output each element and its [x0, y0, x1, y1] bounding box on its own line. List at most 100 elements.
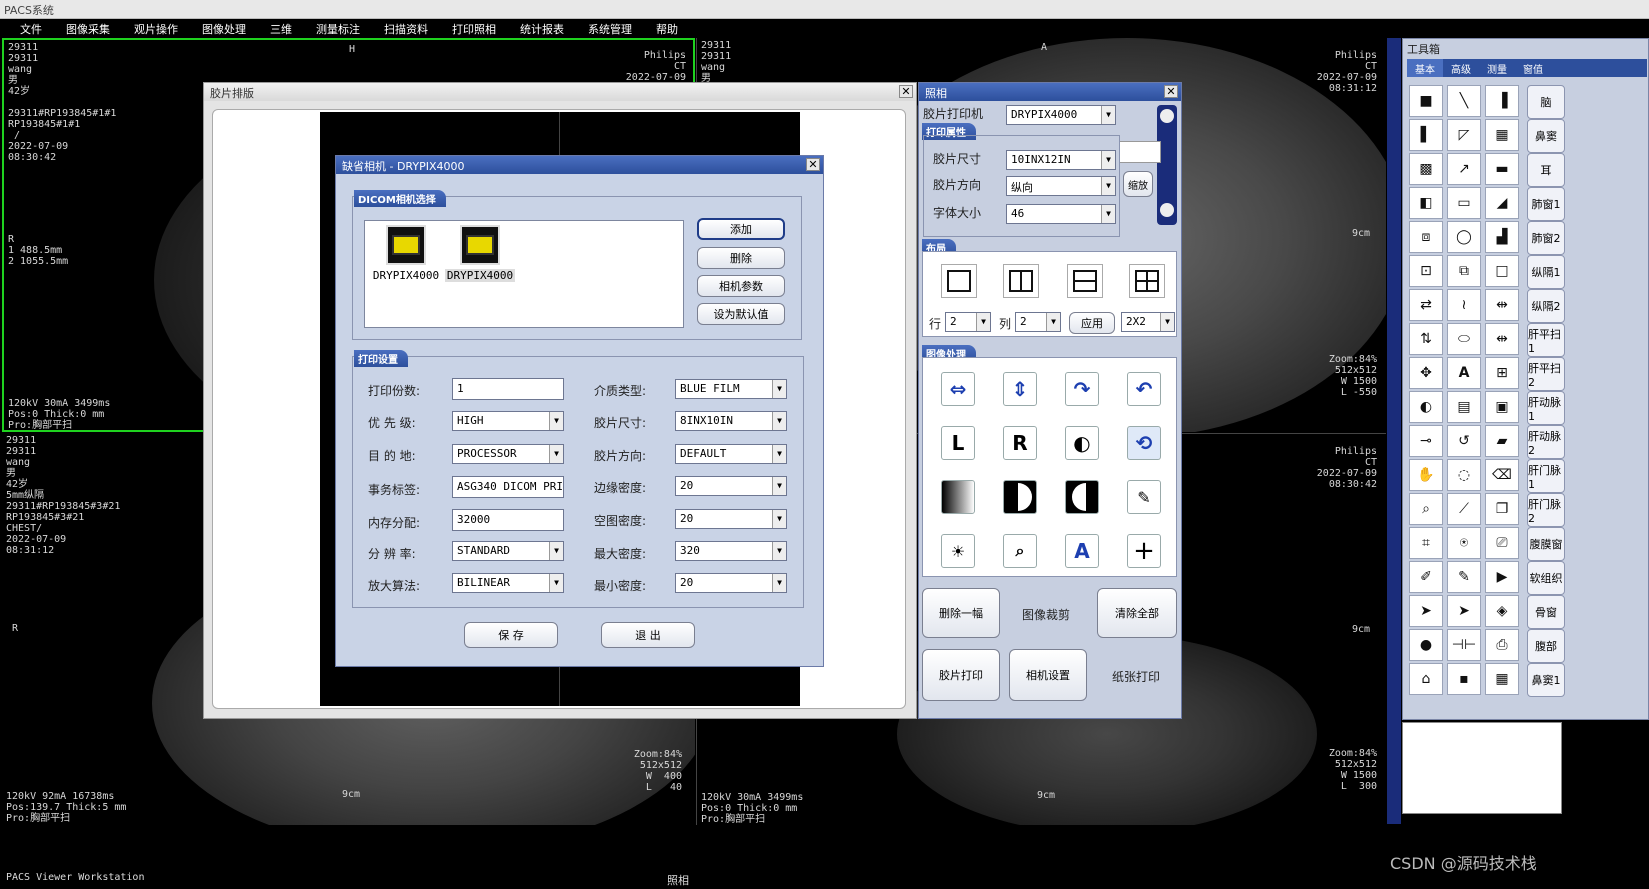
camera-params-button[interactable]: 相机参数 [697, 275, 785, 297]
film-direction-select[interactable]: 纵向 ▼ [1006, 176, 1116, 196]
preset-abdomen-button[interactable]: 腹部 [1527, 629, 1565, 663]
ellipse-icon[interactable]: ◯ [1447, 221, 1481, 253]
invert-icon[interactable]: ◐ [1065, 426, 1099, 460]
preset-portal-vein2-button[interactable]: 肝门脉2 [1527, 493, 1565, 527]
probe-icon[interactable]: ⊸ [1409, 425, 1443, 457]
grid-icon[interactable]: ▩ [1409, 153, 1443, 185]
preset-mediastinum1-button[interactable]: 纵隔1 [1527, 255, 1565, 289]
rotate-right-icon[interactable]: ↷ [1065, 372, 1099, 406]
toolbox-panel[interactable]: 工具箱 基本 高级 测量 窗值 ■ ╲ ▐ ▌ ◸ ▦ ▩ ↗ ▬ ◧ ▭ ◢ … [1402, 38, 1649, 720]
crop-right-icon[interactable] [1065, 480, 1099, 514]
tab-basic[interactable]: 基本 [1407, 59, 1443, 77]
menu-file[interactable]: 文件 [20, 21, 42, 37]
contrast-icon[interactable]: ◐ [1409, 391, 1443, 423]
color-icon[interactable]: ▤ [1447, 391, 1481, 423]
preset-portal-vein1-button[interactable]: 肝门脉1 [1527, 459, 1565, 493]
film-print-button[interactable]: 胶片打印 [922, 649, 1000, 701]
destination-select[interactable]: PROCESSOR ▼ [452, 444, 564, 464]
lock-icon[interactable]: ⌂ [1409, 663, 1443, 695]
zoom-button[interactable]: 缩放 [1123, 171, 1153, 197]
preset-hepatic-artery2-button[interactable]: 肝动脉2 [1527, 425, 1565, 459]
film-size-select[interactable]: 10INX12IN ▼ [1006, 150, 1116, 170]
rectangle-icon[interactable]: ▭ [1447, 187, 1481, 219]
fit-icon[interactable]: ⊡ [1409, 255, 1443, 287]
duplicate-icon[interactable]: ❐ [1485, 493, 1519, 525]
copies-input[interactable]: 1 [452, 378, 564, 400]
photo-panel[interactable]: 照相 ✕ 胶片打印机 DRYPIX4000 ▼ 打印属性 胶片尺寸 10INX12… [918, 82, 1182, 719]
tab-measure[interactable]: 测量 [1479, 59, 1515, 77]
crop-icon[interactable]: ⌗ [1409, 527, 1443, 559]
transfer-icon[interactable]: ⇄ [1409, 289, 1443, 321]
font-size-select[interactable]: 46 ▼ [1006, 204, 1116, 224]
text-icon[interactable]: A [1447, 357, 1481, 389]
close-button[interactable]: ✕ [899, 85, 913, 98]
folder-icon[interactable]: ▰ [1485, 425, 1519, 457]
menu-3d[interactable]: 三维 [270, 21, 292, 37]
split-vertical-icon[interactable]: ▐ [1485, 85, 1519, 117]
session-label-input[interactable]: ASG340 DICOM PRI [452, 476, 564, 498]
video-icon[interactable]: ⎚ [1485, 527, 1519, 559]
memory-input[interactable]: 32000 [452, 509, 564, 531]
set-default-button[interactable]: 设为默认值 [697, 303, 785, 325]
grid-4-icon[interactable]: ▦ [1485, 119, 1519, 151]
preset-bone-button[interactable]: 骨窗 [1527, 595, 1565, 629]
menu-view-ops[interactable]: 观片操作 [134, 21, 178, 37]
exit-button[interactable]: 退 出 [601, 622, 695, 648]
menu-help[interactable]: 帮助 [656, 21, 678, 37]
layout-2x1-icon[interactable] [1067, 264, 1103, 298]
apply-button[interactable]: 应用 [1069, 312, 1115, 334]
menu-image-capture[interactable]: 图像采集 [66, 21, 110, 37]
crosshair-icon[interactable]: + [1127, 534, 1161, 568]
menu-measure[interactable]: 测量标注 [316, 21, 360, 37]
hand-icon[interactable]: ✋ [1409, 459, 1443, 491]
text-annotation-icon[interactable]: A [1065, 534, 1099, 568]
camera-dialog[interactable]: 缺省相机 - DRYPIX4000 ✕ DICOM相机选择 DRYPIX4000… [335, 155, 824, 667]
copy-icon[interactable]: ⧉ [1447, 255, 1481, 287]
3d-icon[interactable]: ◈ [1485, 595, 1519, 627]
split-horizontal-icon[interactable]: ▬ [1485, 153, 1519, 185]
oval-icon[interactable]: ⬭ [1447, 323, 1481, 355]
preset-sinus-button[interactable]: 鼻窦 [1527, 119, 1565, 153]
ruler-icon[interactable]: ⟋ [1447, 493, 1481, 525]
save-button[interactable]: 保 存 [464, 622, 558, 648]
gradient-icon[interactable] [941, 480, 975, 514]
add-camera-button[interactable]: 添加 [697, 218, 785, 240]
printer-icon[interactable]: ⎙ [1485, 629, 1519, 661]
tab-advanced[interactable]: 高级 [1443, 59, 1479, 77]
magnification-select[interactable]: BILINEAR ▼ [452, 573, 564, 593]
menu-stats[interactable]: 统计报表 [520, 21, 564, 37]
distance-icon[interactable]: ⊣⊢ [1447, 629, 1481, 661]
menu-system[interactable]: 系统管理 [588, 21, 632, 37]
curve-icon[interactable]: ≀ [1447, 289, 1481, 321]
preset-brain-button[interactable]: 脑 [1527, 85, 1565, 119]
cols-select[interactable]: 2 ▼ [1015, 312, 1061, 332]
menu-scan-data[interactable]: 扫描资料 [384, 21, 428, 37]
menu-print[interactable]: 打印照相 [452, 21, 496, 37]
wedge-icon[interactable]: ◢ [1485, 187, 1519, 219]
crop-left-icon[interactable] [1003, 480, 1037, 514]
preset-liver-plain1-button[interactable]: 肝平扫1 [1527, 323, 1565, 357]
sync-icon[interactable]: ⇅ [1409, 323, 1443, 355]
lasso-icon[interactable]: ◌ [1447, 459, 1481, 491]
left-marker-icon[interactable]: L [941, 426, 975, 460]
close-button[interactable]: ✕ [1164, 85, 1178, 98]
pointer-icon[interactable]: ➤ [1409, 595, 1443, 627]
camera-item[interactable]: DRYPIX4000 [445, 225, 515, 282]
magnifier-icon[interactable]: ⌕ [1003, 534, 1037, 568]
layout-1x2-icon[interactable] [1003, 264, 1039, 298]
priority-select[interactable]: HIGH ▼ [452, 411, 564, 431]
dot-icon[interactable]: ● [1409, 629, 1443, 661]
empty-density-select[interactable]: 20 ▼ [675, 509, 787, 529]
stack-icon[interactable]: ⧈ [1409, 221, 1443, 253]
compare-icon[interactable]: ◧ [1409, 187, 1443, 219]
menu-image-process[interactable]: 图像处理 [202, 21, 246, 37]
printer-select[interactable]: DRYPIX4000 ▼ [1006, 105, 1116, 125]
fill-square-icon[interactable]: ■ [1409, 85, 1443, 117]
min-density-select[interactable]: 20 ▼ [675, 573, 787, 593]
layout-2x2-icon[interactable] [1129, 264, 1165, 298]
camera-list[interactable]: DRYPIX4000 DRYPIX4000 [364, 220, 684, 328]
select-icon[interactable]: ➤ [1447, 595, 1481, 627]
preset-ear-button[interactable]: 耳 [1527, 153, 1565, 187]
image-icon[interactable]: ▦ [1485, 663, 1519, 695]
delete-camera-button[interactable]: 删除 [697, 247, 785, 269]
